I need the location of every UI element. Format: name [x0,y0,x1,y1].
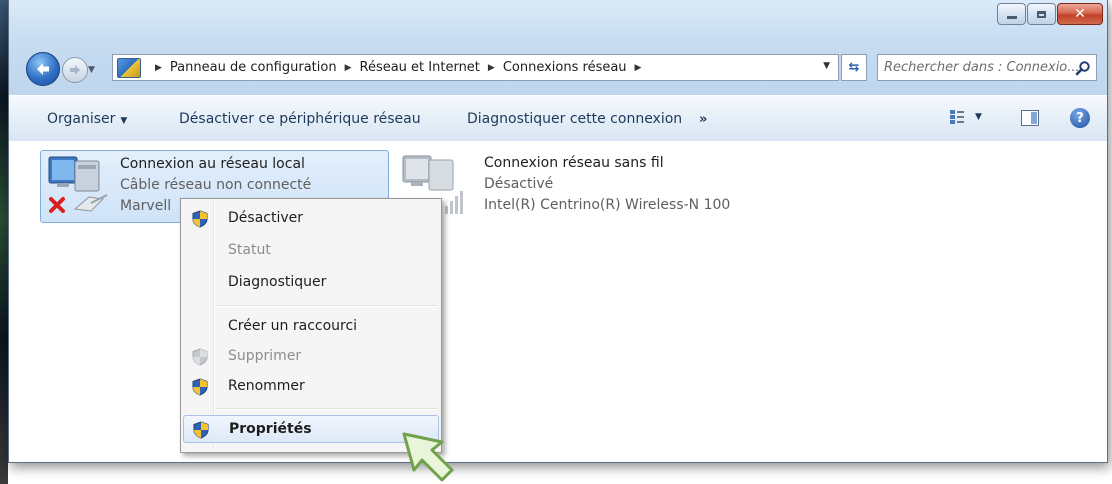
uac-shield-icon [192,348,208,366]
connection-name: Connexion réseau sans fil [484,155,664,171]
menu-item-delete[interactable]: Supprimer [183,343,439,371]
title-bar: ✕ ▼ ▶ Panneau de configuration ▶ Réseau … [9,0,1107,95]
menu-item-label: Statut [228,242,271,258]
maximize-button[interactable] [1027,3,1056,25]
diagnose-connection-button[interactable]: Diagnostiquer cette connexion [467,111,682,127]
breadcrumb-separator-icon[interactable]: ▶ [488,63,495,73]
connection-details: Connexion réseau sans fil Désactivé Inte… [484,153,730,216]
menu-item-label: Renommer [228,378,305,394]
menu-item-label: Propriétés [229,421,312,437]
connection-item-wireless[interactable]: Connexion réseau sans fil Désactivé Inte… [395,150,815,223]
breadcrumb-separator-icon[interactable]: ▶ [155,63,162,73]
chevron-down-icon: ▼ [975,112,982,122]
history-dropdown-icon[interactable]: ▼ [88,65,95,75]
wired-connection-icon [48,156,108,213]
menu-separator [217,408,437,410]
breadcrumb-network-internet[interactable]: Réseau et Internet [360,60,480,75]
connection-status: Désactivé [484,176,554,192]
desktop-background [0,0,8,484]
search-icon[interactable] [1075,60,1091,76]
cursor-arrow-icon [402,432,454,482]
uac-shield-icon [192,210,208,228]
minimize-button[interactable] [997,3,1026,25]
menu-item-label: Créer un raccourci [228,318,358,334]
breadcrumb-separator-icon[interactable]: ▶ [345,63,352,73]
address-dropdown-icon[interactable]: ▼ [823,61,830,71]
chevron-down-icon: ▼ [120,116,128,126]
breadcrumb-control-panel[interactable]: Panneau de configuration [170,60,337,75]
forward-arrow-icon [70,65,80,75]
menu-item-disable[interactable]: Désactiver [183,205,439,233]
search-box[interactable]: Rechercher dans : Connexio... [877,54,1097,81]
organize-button[interactable]: Organiser ▼ [47,111,127,127]
forward-button[interactable] [62,57,88,83]
disable-device-button[interactable]: Désactiver ce périphérique réseau [179,111,421,127]
search-input[interactable]: Rechercher dans : Connexio... [878,60,1080,75]
breadcrumb-network-connections[interactable]: Connexions réseau [503,60,627,75]
uac-shield-icon [193,421,209,439]
maximize-icon [1037,10,1046,18]
explorer-window: ✕ ▼ ▶ Panneau de configuration ▶ Réseau … [8,0,1108,463]
menu-item-label: Diagnostiquer [228,274,327,290]
address-bar[interactable]: ▶ Panneau de configuration ▶ Réseau et I… [112,54,839,81]
more-commands-button[interactable]: » [699,112,707,127]
refresh-icon: ⇆ [848,60,860,75]
connection-device: Intel(R) Centrino(R) Wireless-N 100 [484,197,731,213]
menu-item-diagnose[interactable]: Diagnostiquer [183,269,439,297]
minimize-icon [1006,15,1017,19]
menu-item-status[interactable]: Statut [183,237,439,265]
navigation-bar: ▼ ▶ Panneau de configuration ▶ Réseau et… [9,50,1107,88]
menu-item-create-shortcut[interactable]: Créer un raccourci [183,313,439,341]
organize-label: Organiser [47,111,116,127]
views-icon [950,110,964,124]
menu-item-label: Supprimer [228,348,302,364]
help-icon[interactable]: ? [1070,108,1090,128]
back-arrow-icon [37,63,49,75]
connection-name: Connexion au réseau local [120,156,305,172]
uac-shield-icon [192,378,208,396]
refresh-button[interactable]: ⇆ [841,54,867,81]
connections-view: Connexion au réseau local Câble réseau n… [9,141,1107,462]
control-panel-icon [117,57,141,78]
close-button[interactable]: ✕ [1057,3,1103,25]
menu-item-label: Désactiver [228,210,303,226]
context-menu: Désactiver Statut Diagnostiquer Créer un… [180,198,442,453]
back-button[interactable] [26,52,60,86]
command-bar: Organiser ▼ Désactiver ce périphérique ré… [9,95,1107,142]
window-controls: ✕ [996,3,1103,25]
change-view-button[interactable]: ▼ [949,109,982,125]
connection-status: Câble réseau non connecté [120,177,312,193]
preview-pane-icon[interactable] [1021,110,1039,126]
menu-item-rename[interactable]: Renommer [183,373,439,401]
breadcrumb-separator-icon[interactable]: ▶ [635,63,642,73]
menu-separator [217,305,437,307]
close-icon: ✕ [1074,6,1086,22]
